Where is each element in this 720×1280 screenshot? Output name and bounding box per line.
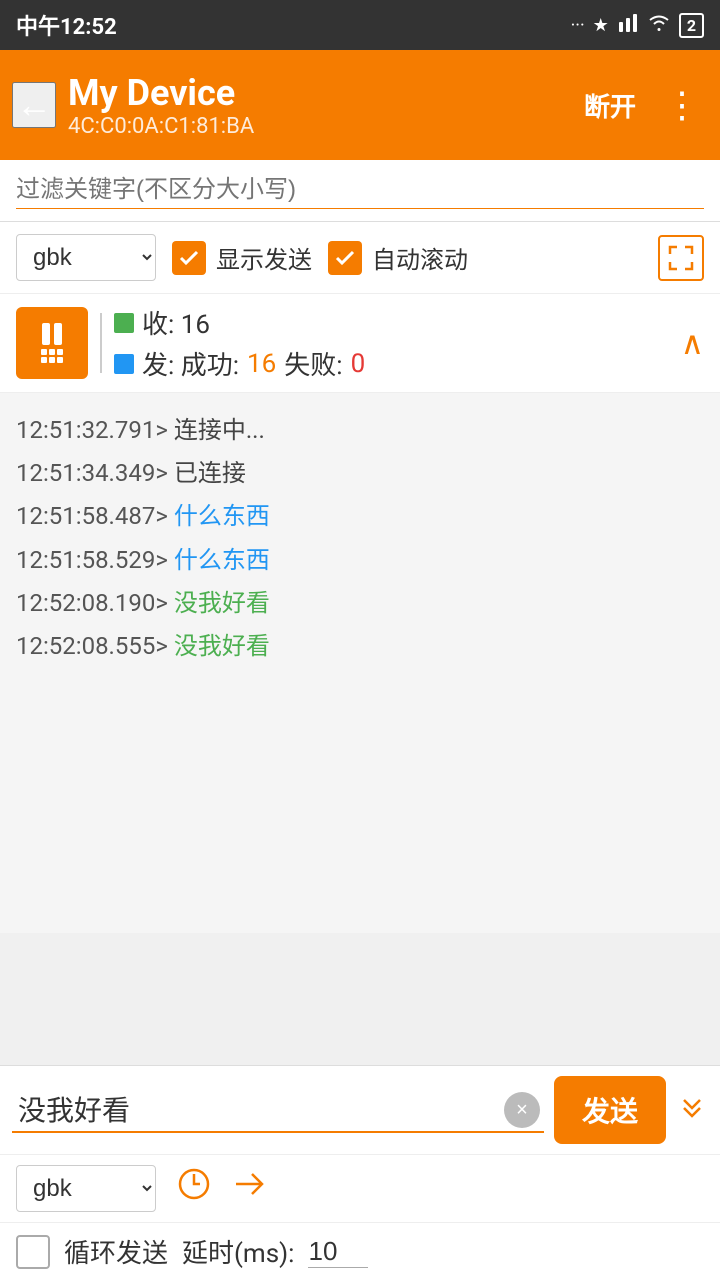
delay-label: 延时(ms): bbox=[182, 1233, 294, 1270]
send-stat: 发: 成功: 16 失败: 0 bbox=[114, 345, 669, 382]
pause-clear-button[interactable] bbox=[16, 307, 88, 379]
stats-info: 收: 16 发: 成功: 16 失败: 0 bbox=[114, 304, 669, 382]
log-timestamp: 12:52:08.555> bbox=[16, 632, 168, 660]
battery-icon: 2 bbox=[679, 13, 704, 38]
clear-input-button[interactable]: × bbox=[504, 1092, 540, 1128]
log-timestamp: 12:51:32.791> bbox=[16, 416, 168, 444]
wifi-icon bbox=[647, 14, 671, 37]
toolbar: ← My Device 4C:C0:0A:C1:81:BA 断开 ⋮ bbox=[0, 50, 720, 160]
encoding-select-bottom[interactable]: gbk utf-8 ascii bbox=[16, 1165, 156, 1212]
show-send-checkbox[interactable] bbox=[172, 241, 206, 275]
log-area: 12:51:32.791> 连接中...12:51:34.349> 已连接12:… bbox=[0, 393, 720, 933]
send-label: 发: 成功: bbox=[142, 345, 239, 382]
status-icons: ··· ★ 2 bbox=[571, 12, 704, 39]
loop-row: 循环发送 延时(ms): bbox=[0, 1223, 720, 1280]
fail-label: 失败: bbox=[284, 345, 342, 382]
send-fail: 0 bbox=[351, 349, 366, 379]
device-name: My Device bbox=[68, 72, 564, 114]
delay-input[interactable] bbox=[308, 1236, 368, 1268]
cellular-icon bbox=[617, 12, 639, 39]
log-entry: 12:51:32.791> 连接中... bbox=[16, 409, 704, 452]
more-button[interactable]: ⋮ bbox=[656, 76, 708, 134]
log-message: 连接中... bbox=[168, 416, 265, 444]
options-row: gbk utf-8 ascii bbox=[0, 1155, 720, 1223]
log-message: 已连接 bbox=[168, 459, 246, 487]
encoding-select-top[interactable]: gbk utf-8 ascii bbox=[16, 234, 156, 281]
show-send-label: 显示发送 bbox=[216, 240, 312, 275]
recv-label: 收: 16 bbox=[142, 304, 210, 341]
log-message: 什么东西 bbox=[168, 502, 270, 530]
log-entry: 12:51:58.487> 什么东西 bbox=[16, 495, 704, 538]
log-message: 没我好看 bbox=[168, 589, 270, 617]
title-block: My Device 4C:C0:0A:C1:81:BA bbox=[68, 72, 564, 139]
history-button[interactable] bbox=[176, 1166, 212, 1211]
clear-grid bbox=[41, 349, 63, 363]
filter-input[interactable] bbox=[16, 172, 704, 209]
log-entry: 12:52:08.555> 没我好看 bbox=[16, 625, 704, 668]
log-entry: 12:51:58.529> 什么东西 bbox=[16, 539, 704, 582]
log-message: 没我好看 bbox=[168, 632, 270, 660]
recv-indicator bbox=[114, 313, 134, 333]
log-timestamp: 12:51:34.349> bbox=[16, 459, 168, 487]
back-button[interactable]: ← bbox=[12, 82, 56, 128]
filter-row bbox=[0, 160, 720, 222]
device-mac: 4C:C0:0A:C1:81:BA bbox=[68, 114, 564, 139]
controls-row: gbk utf-8 ascii 显示发送 自动滚动 bbox=[0, 222, 720, 294]
loop-checkbox[interactable] bbox=[16, 1235, 50, 1269]
recv-stat: 收: 16 bbox=[114, 304, 669, 341]
send-success: 16 bbox=[247, 349, 276, 379]
show-send-group: 显示发送 bbox=[172, 240, 312, 275]
clear-icon: × bbox=[516, 1099, 528, 1122]
log-entry: 12:51:34.349> 已连接 bbox=[16, 452, 704, 495]
send-row: × 发送 bbox=[0, 1066, 720, 1155]
log-entry: 12:52:08.190> 没我好看 bbox=[16, 582, 704, 625]
auto-scroll-checkbox[interactable] bbox=[328, 241, 362, 275]
loop-label: 循环发送 bbox=[64, 1233, 168, 1270]
send-direct-button[interactable] bbox=[232, 1166, 268, 1211]
send-input-wrapper: × bbox=[12, 1087, 544, 1133]
log-timestamp: 12:51:58.529> bbox=[16, 546, 168, 574]
bottom-area: × 发送 gbk utf-8 ascii bbox=[0, 1065, 720, 1280]
log-message: 什么东西 bbox=[168, 546, 270, 574]
status-time: 中午12:52 bbox=[16, 9, 117, 41]
auto-scroll-group: 自动滚动 bbox=[328, 240, 468, 275]
fullscreen-button[interactable] bbox=[658, 235, 704, 281]
expand-button[interactable] bbox=[676, 1090, 708, 1130]
send-indicator bbox=[114, 354, 134, 374]
pause-bar-left bbox=[42, 323, 50, 345]
disconnect-button[interactable]: 断开 bbox=[576, 79, 644, 132]
log-timestamp: 12:52:08.190> bbox=[16, 589, 168, 617]
send-button[interactable]: 发送 bbox=[554, 1076, 666, 1144]
signal-dots-icon: ··· bbox=[571, 15, 585, 36]
pause-bar-right bbox=[54, 323, 62, 345]
log-timestamp: 12:51:58.487> bbox=[16, 502, 168, 530]
auto-scroll-label: 自动滚动 bbox=[372, 240, 468, 275]
collapse-button[interactable]: ∧ bbox=[681, 324, 704, 362]
stats-row: 收: 16 发: 成功: 16 失败: 0 ∧ bbox=[0, 294, 720, 393]
send-input[interactable] bbox=[12, 1087, 544, 1133]
status-bar: 中午12:52 ··· ★ 2 bbox=[0, 0, 720, 50]
stats-divider bbox=[100, 313, 102, 373]
bluetooth-icon: ★ bbox=[593, 15, 609, 36]
